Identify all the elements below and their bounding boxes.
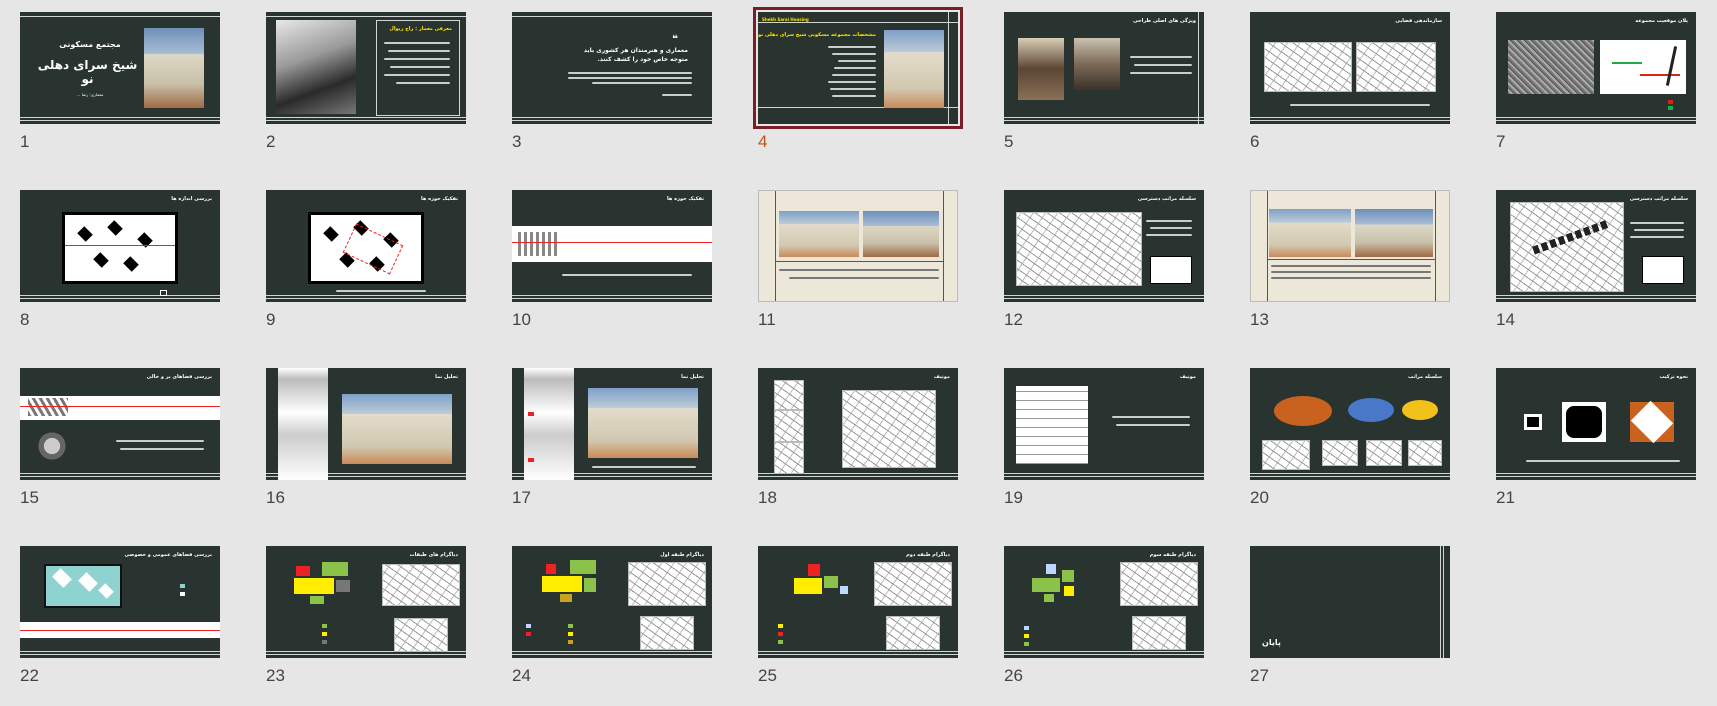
access-plan [1510,202,1624,292]
figure-ground-plan [308,212,424,284]
diagram-ellipse-orange [1274,396,1332,426]
slide-thumbnail-15[interactable]: بررسی فضاهای پر و خالی 15 [20,368,230,508]
slide-1-preview: مجتمع مسکونی شیخ سرای دهلی نو معماری: رض… [20,12,220,124]
slide-thumbnail-27[interactable]: پایان 27 [1250,546,1460,686]
slide-1-author: معماری: رضا ... [76,92,104,97]
slide-thumbnail-13[interactable]: 13 [1250,190,1460,330]
slide-sorter: مجتمع مسکونی شیخ سرای دهلی نو معماری: رض… [0,0,1717,706]
slide-thumbnail-12[interactable]: سلسله مراتب دسترسی 12 [1004,190,1214,330]
slide-thumbnail-5[interactable]: ویژگی های اصلی طراحی 5 [1004,12,1214,152]
slide-thumbnail-24[interactable]: دیاگرام طبقه اول 24 [512,546,722,686]
slide-thumbnail-6[interactable]: سازماندهی فضایی 6 [1250,12,1460,152]
motif-plan [842,390,936,468]
site-plan [1600,40,1686,94]
slide-thumbnail-9[interactable]: تفکیک حوزه ها 9 [266,190,476,330]
slide-thumbnail-14[interactable]: سلسله مراتب دسترسی 14 [1496,190,1706,330]
slide-thumbnail-8[interactable]: بررسی اندازه ها 8 [20,190,230,330]
slide-thumbnail-21[interactable]: نحوه ترکیب 21 [1496,368,1706,508]
slide-number: 1 [20,132,30,151]
slide-thumbnail-10[interactable]: تفکیک حوزه ها 10 [512,190,722,330]
slide-thumbnail-26[interactable]: دیاگرام طبقه سوم 26 [1004,546,1214,686]
slide-thumbnail-23[interactable]: دیاگرام های طبقات 23 [266,546,476,686]
access-diagram [1016,212,1142,286]
grid-sketch [1264,42,1352,92]
slide-thumbnail-18[interactable]: موتیف 18 [758,368,968,508]
slide-thumbnail-2[interactable]: معرفی معمار : راج ریوال 2 [266,12,476,152]
end-text: پایان [1262,638,1281,647]
slide-thumbnail-3[interactable]: ❝ معماری و هنرمندان هر کشوری باید متوجه … [512,12,722,152]
slide-thumbnail-22[interactable]: بررسی فضاهای عمومی و خصوصی 22 [20,546,230,686]
slide-thumbnail-17[interactable]: تحلیل نما 17 [512,368,722,508]
figure-ground-plan [62,212,178,284]
building-photo [884,30,944,108]
aerial-map [1508,40,1594,94]
diagram-ellipse-blue [1348,398,1394,422]
grid-plan [1016,386,1088,464]
quote-text: معماری و هنرمندان هر کشوری باید متوجه خا… [583,47,688,63]
architect-portrait [276,20,356,114]
slide-1-title: مجتمع مسکونی [59,40,121,49]
slide-thumbnail-25[interactable]: دیاگرام طبقه دوم 25 [758,546,968,686]
slide-thumbnail-11[interactable]: 11 [758,190,968,330]
public-private-plan [44,564,122,608]
diagram-ellipse-yellow [1402,400,1438,420]
slide-thumbnail-20[interactable]: سلسله مراتب 20 [1250,368,1460,508]
slide-thumbnail-19[interactable]: موتیف 19 [1004,368,1214,508]
slide-thumbnail-16[interactable]: تحلیل نما 16 [266,368,476,508]
slide-1-subtitle: شیخ سرای دهلی نو [37,58,138,86]
slide-thumbnail-4[interactable]: Shekh Sarai Housing مشخصات مجموعه مسکونی… [753,7,968,152]
slide-thumbnail-7[interactable]: پلان موقعیت مجموعه 7 [1496,12,1706,152]
building-photo [144,28,204,108]
plan-sketch [1356,42,1436,92]
slide-thumbnail-1[interactable]: مجتمع مسکونی شیخ سرای دهلی نو معماری: رض… [20,12,230,152]
section-strip [512,226,712,262]
